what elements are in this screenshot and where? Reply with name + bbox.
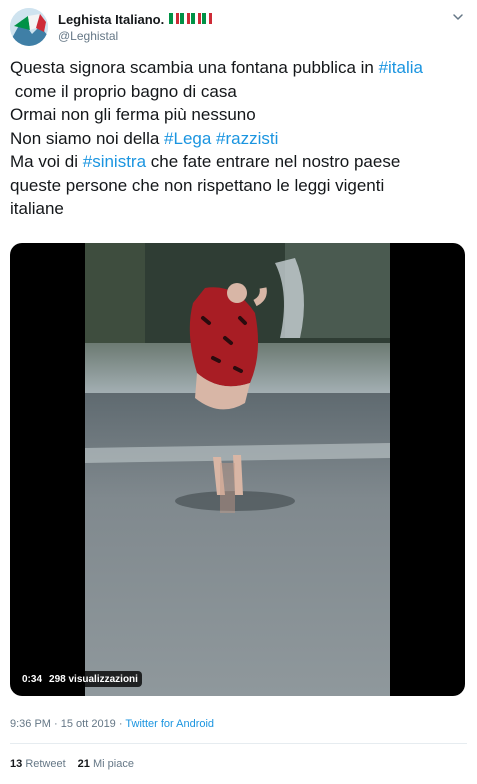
video-views: 298 visualizzazioni <box>49 673 138 685</box>
tweet-text-line: queste persone che non rispettano le leg… <box>10 174 467 198</box>
tweet-text-line: Questa signora scambia una fontana pubbl… <box>10 56 467 80</box>
display-name[interactable]: Leghista Italiano. <box>58 12 164 28</box>
tweet-stats: 13 Retweet 21 Mi piace <box>10 757 134 771</box>
tweet-text-line: Ormai non gli ferma più nessuno <box>10 103 467 127</box>
italy-flag-icon <box>191 13 202 24</box>
italy-flag-icons <box>168 12 213 28</box>
tweet-text: Questa signora scambia una fontana pubbl… <box>10 56 467 221</box>
italy-flag-icon <box>180 13 191 24</box>
tweet-text-line: italiane <box>10 197 467 221</box>
tweet-text-line: come il proprio bagno di casa <box>10 80 467 104</box>
tweet-text-segment: che fate entrare nel nostro paese <box>146 152 401 171</box>
hashtag-link[interactable]: #Lega <box>164 129 211 148</box>
italy-flag-icon <box>202 13 213 24</box>
retweet-stat[interactable]: 13 Retweet <box>10 757 66 771</box>
tweet-text-segment: italiane <box>10 199 64 218</box>
retweet-label: Retweet <box>25 758 66 770</box>
hashtag-link[interactable]: #italia <box>379 58 423 77</box>
video-player[interactable]: 0:34 298 visualizzazioni <box>10 243 465 696</box>
tweet-header: Leghista Italiano. @Leghistal <box>10 8 467 48</box>
meta-separator: · <box>50 718 61 730</box>
tweet-text-segment: Ormai non gli ferma più nessuno <box>10 105 256 124</box>
tweet-date[interactable]: 15 ott 2019 <box>61 718 116 730</box>
tweet-text-segment: come il proprio bagno di casa <box>10 81 237 101</box>
divider <box>10 743 467 744</box>
tweet-text-line: Non siamo noi della #Lega #razzisti <box>10 127 467 151</box>
avatar[interactable] <box>10 8 48 46</box>
avatar-image <box>10 8 48 46</box>
author-block: Leghista Italiano. @Leghistal <box>58 12 213 44</box>
tweet-text-line: Ma voi di #sinistra che fate entrare nel… <box>10 150 467 174</box>
tweet-text-segment: Questa signora scambia una fontana pubbl… <box>10 58 379 77</box>
like-count: 21 <box>77 758 90 770</box>
tweet-text-segment: Non siamo noi della <box>10 128 165 148</box>
tweet-time[interactable]: 9:36 PM <box>10 718 51 730</box>
video-frame <box>85 243 390 696</box>
meta-separator-2: · <box>115 718 126 730</box>
like-stat[interactable]: 21 Mi piace <box>78 757 134 771</box>
video-thumbnail <box>85 243 390 696</box>
handle[interactable]: @Leghistal <box>58 28 212 44</box>
tweet-source[interactable]: Twitter for Android <box>125 718 214 730</box>
like-label: Mi piace <box>92 758 134 770</box>
tweet-meta: 9:36 PM · 15 ott 2019 · Twitter for Andr… <box>10 717 214 731</box>
video-duration: 0:34 <box>22 673 43 685</box>
italy-flag-icon <box>169 13 180 24</box>
hashtag-link[interactable]: #sinistra <box>83 152 146 171</box>
video-info-badge: 0:34 298 visualizzazioni <box>18 671 142 687</box>
hashtag-link[interactable]: #razzisti <box>216 129 278 148</box>
tweet-text-segment: Ma voi di <box>10 152 83 171</box>
chevron-down-icon[interactable] <box>451 10 465 24</box>
tweet-text-segment: queste persone che non rispettano le leg… <box>10 175 385 195</box>
retweet-count: 13 <box>10 758 23 770</box>
